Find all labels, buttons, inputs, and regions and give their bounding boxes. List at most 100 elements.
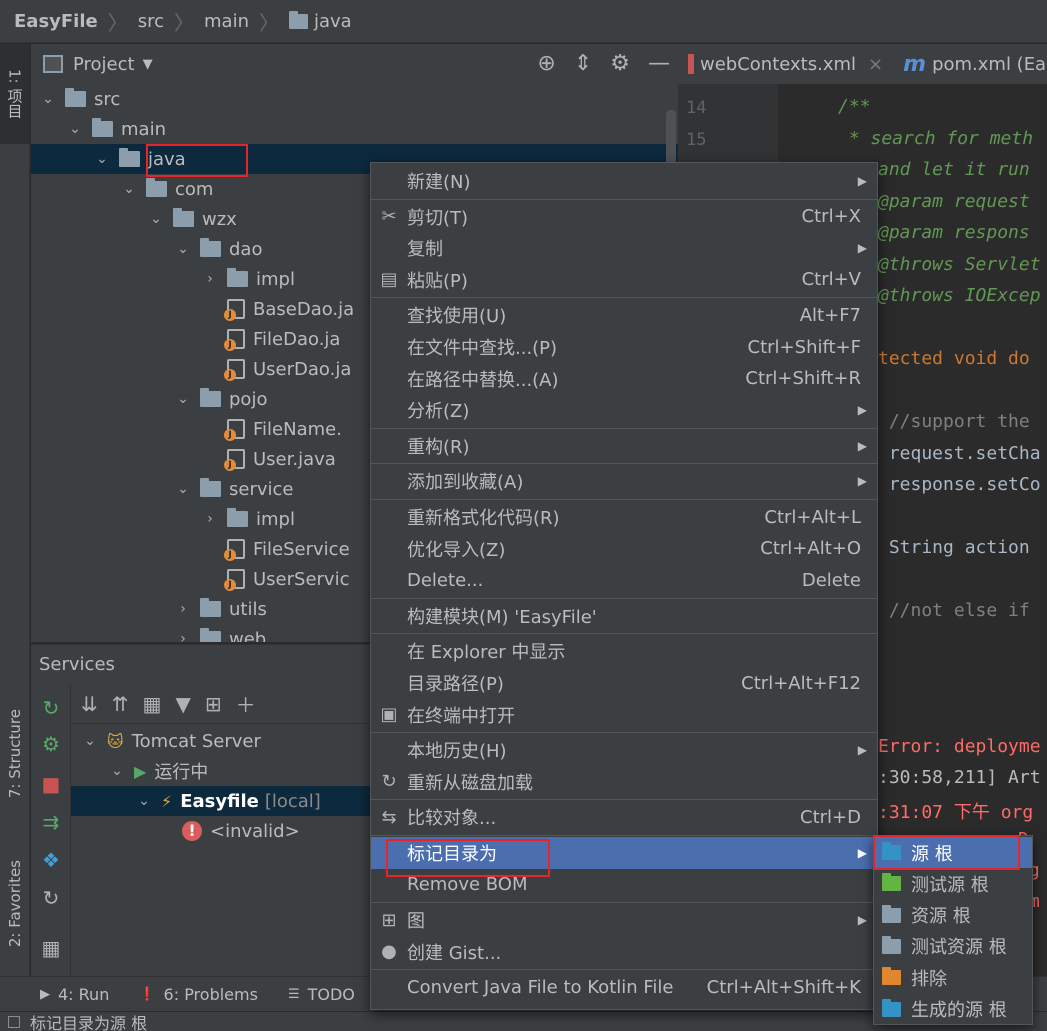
- editor-tab[interactable]: mpom.xml (Easyf: [893, 52, 1047, 77]
- submenu-item[interactable]: 测试资源 根: [874, 931, 1032, 962]
- stop-icon[interactable]: ■: [39, 772, 63, 796]
- debug-icon[interactable]: ❖: [39, 848, 63, 872]
- menu-item[interactable]: 重构(R) ▶: [371, 430, 877, 462]
- close-icon[interactable]: ×: [868, 54, 883, 75]
- expand-all-icon[interactable]: ⇊: [81, 692, 98, 716]
- structure-tool-tab[interactable]: 7: Structure: [0, 694, 30, 814]
- chevron-down-icon[interactable]: ⌄: [174, 391, 192, 407]
- menu-separator: [371, 969, 877, 971]
- new-tab-icon[interactable]: ⊞: [205, 692, 222, 716]
- tree-row-label: service: [229, 478, 294, 500]
- status-square-icon[interactable]: [8, 1015, 20, 1028]
- chevron-down-icon[interactable]: ⌄: [108, 763, 126, 779]
- chevron-down-icon[interactable]: ⌄: [93, 151, 111, 167]
- rerun-icon[interactable]: ↻: [39, 696, 63, 720]
- refresh-icon[interactable]: ↻: [39, 886, 63, 910]
- menu-item[interactable]: 构建模块(M) 'EasyFile': [371, 600, 877, 632]
- folder-icon: [200, 478, 221, 497]
- sources-root-highlight-box: [873, 835, 1020, 870]
- locate-icon[interactable]: ⊕: [537, 52, 555, 76]
- chevron-down-icon[interactable]: ▼: [143, 57, 153, 72]
- menu-item[interactable]: ⊞ 图 ▶: [371, 904, 877, 936]
- chevron-right-icon[interactable]: ›: [174, 631, 192, 642]
- menu-separator: [371, 633, 877, 635]
- chevron-right-icon[interactable]: ›: [174, 601, 192, 617]
- menu-separator: [371, 835, 877, 836]
- project-panel-title[interactable]: Project: [73, 54, 135, 75]
- menu-item[interactable]: 在路径中替换...(A) Ctrl+Shift+R: [371, 363, 877, 395]
- java-file-icon: [224, 419, 245, 441]
- breadcrumb-item[interactable]: EasyFile: [14, 11, 98, 32]
- code-line: request.setCha: [878, 442, 1041, 464]
- layout-icon[interactable]: ▦: [39, 936, 63, 960]
- bottom-tool-label: TODO: [307, 984, 355, 1004]
- line-number: 15: [686, 129, 707, 150]
- deploy-icon[interactable]: ⚙: [39, 732, 63, 756]
- menu-item[interactable]: 新建(N) ▶: [371, 165, 877, 197]
- menu-item[interactable]: ▤ 粘贴(P) Ctrl+V: [371, 264, 877, 296]
- menu-item[interactable]: 优化导入(Z) Ctrl+Alt+O: [371, 533, 877, 565]
- submenu-item[interactable]: 资源 根: [874, 900, 1032, 931]
- minimize-icon[interactable]: —: [648, 52, 670, 76]
- menu-item[interactable]: 重新格式化代码(R) Ctrl+Alt+L: [371, 501, 877, 533]
- menu-item[interactable]: ✂ 剪切(T) Ctrl+X: [371, 201, 877, 233]
- group-icon[interactable]: ▦: [143, 692, 162, 716]
- editor-tab[interactable]: webContexts.xml ×: [678, 54, 893, 75]
- menu-item[interactable]: ⇆ 比较对象... Ctrl+D: [371, 801, 877, 833]
- chevron-right-icon[interactable]: ›: [201, 271, 219, 287]
- menu-item[interactable]: 复制 ▶: [371, 232, 877, 264]
- menu-item[interactable]: 分析(Z) ▶: [371, 394, 877, 426]
- collapse-all-icon[interactable]: ⇈: [112, 692, 129, 716]
- folder-icon: [227, 268, 248, 287]
- menu-item[interactable]: ▣ 在终端中打开: [371, 699, 877, 731]
- breadcrumb-item[interactable]: main: [204, 11, 249, 32]
- submenu-item[interactable]: 测试源 根: [874, 868, 1032, 899]
- chevron-down-icon[interactable]: ⌄: [135, 793, 153, 809]
- chevron-down-icon[interactable]: ⌄: [147, 211, 165, 227]
- favorites-tool-tab[interactable]: 2: Favorites: [0, 844, 30, 964]
- favorites-tool-tab-label: 2: Favorites: [6, 860, 24, 948]
- collapse-all-icon[interactable]: ⇕: [574, 52, 592, 76]
- chevron-down-icon[interactable]: ⌄: [174, 481, 192, 497]
- project-tool-tab[interactable]: 1: 项目: [0, 44, 30, 144]
- services-panel-title: Services: [39, 654, 115, 675]
- menu-item[interactable]: Convert Java File to Kotlin File Ctrl+Alt…: [371, 971, 877, 1003]
- todo-icon: ☰: [287, 986, 300, 1002]
- submenu-item[interactable]: 生成的源 根: [874, 994, 1032, 1025]
- chevron-down-icon[interactable]: ⌄: [81, 733, 99, 749]
- tree-row-label: User.java: [253, 448, 336, 470]
- menu-item[interactable]: 目录路径(P) Ctrl+Alt+F12: [371, 667, 877, 699]
- update-icon[interactable]: ⇉: [39, 810, 63, 834]
- menu-item[interactable]: 添加到收藏(A) ▶: [371, 465, 877, 497]
- breadcrumb-item[interactable]: java: [289, 10, 352, 32]
- menu-separator: [371, 799, 877, 801]
- chevron-down-icon[interactable]: ⌄: [174, 241, 192, 257]
- menu-item-shortcut: Ctrl+V: [801, 269, 861, 291]
- code-line: //support the: [878, 411, 1030, 432]
- bottom-tool-button[interactable]: ▶ 4: Run: [40, 985, 109, 1004]
- menu-item[interactable]: ↻ 重新从磁盘加载: [371, 766, 877, 798]
- filter-icon[interactable]: ▼: [175, 692, 190, 716]
- menu-item[interactable]: 在 Explorer 中显示: [371, 635, 877, 667]
- tree-row[interactable]: ⌄ src: [31, 84, 678, 114]
- tree-row[interactable]: ⌄ main: [31, 114, 678, 144]
- menu-item[interactable]: ● 创建 Gist...: [371, 936, 877, 968]
- menu-item-label: 优化导入(Z): [407, 539, 506, 561]
- chevron-down-icon[interactable]: ⌄: [66, 121, 84, 137]
- bottom-tool-button[interactable]: ☰ TODO: [288, 985, 355, 1004]
- menu-item[interactable]: 查找使用(U) Alt+F7: [371, 299, 877, 331]
- bottom-tool-button[interactable]: ❗ 6: Problems: [139, 985, 258, 1004]
- gear-icon[interactable]: ⚙: [610, 52, 630, 76]
- submenu-item[interactable]: 排除: [874, 962, 1032, 993]
- breadcrumb-item[interactable]: src: [138, 11, 164, 32]
- menu-item[interactable]: Delete... Delete: [371, 564, 877, 596]
- java-file-icon: [224, 329, 245, 351]
- tree-row-label: FileDao.ja: [253, 328, 341, 350]
- add-icon[interactable]: ＋: [236, 689, 256, 718]
- chevron-right-icon[interactable]: ›: [201, 511, 219, 527]
- chevron-down-icon[interactable]: ⌄: [120, 181, 138, 197]
- menu-separator: [371, 597, 877, 599]
- menu-item[interactable]: 在文件中查找...(P) Ctrl+Shift+F: [371, 331, 877, 363]
- menu-item[interactable]: 本地历史(H) ▶: [371, 734, 877, 766]
- chevron-down-icon[interactable]: ⌄: [39, 91, 57, 107]
